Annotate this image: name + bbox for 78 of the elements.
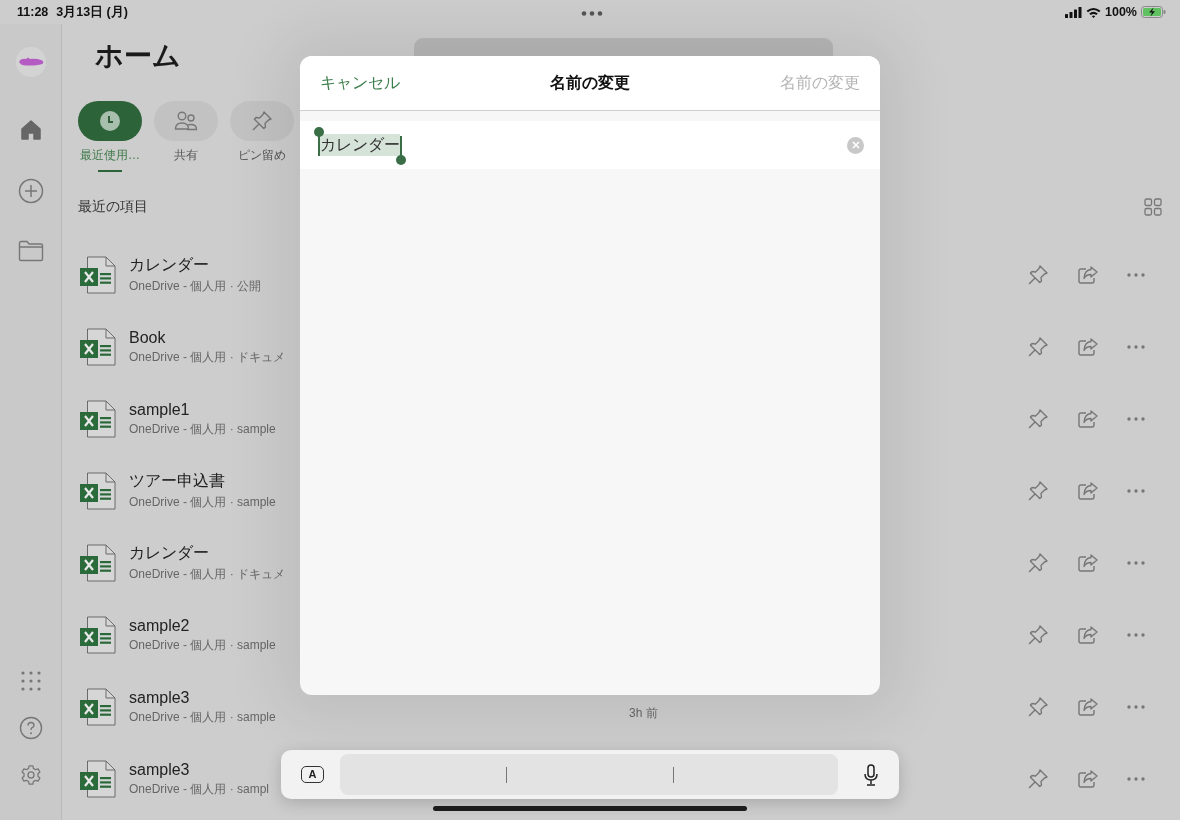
file-name[interactable]: ツアー申込書 <box>129 471 225 492</box>
excel-file-icon <box>79 256 116 294</box>
share-icon[interactable] <box>1077 265 1099 285</box>
more-icon[interactable] <box>1127 345 1145 349</box>
file-location: OneDrive - 個人用 · sample <box>129 494 276 511</box>
pin-icon[interactable] <box>1027 264 1049 286</box>
file-name[interactable]: sample3 <box>129 688 190 707</box>
clear-icon[interactable] <box>847 136 864 154</box>
microphone-icon[interactable] <box>863 763 879 786</box>
excel-file-icon <box>79 616 116 654</box>
keyboard-key[interactable]: A <box>301 766 324 783</box>
pin-icon <box>230 101 294 141</box>
file-location: OneDrive - 個人用 · sample <box>129 708 276 726</box>
share-icon[interactable] <box>1077 769 1099 789</box>
search-field[interactable] <box>414 38 833 56</box>
pin-icon[interactable] <box>1027 768 1049 790</box>
pin-icon[interactable] <box>1027 480 1049 502</box>
status-time: 11:28 <box>17 5 49 19</box>
grid-view-icon[interactable] <box>1144 198 1162 216</box>
excel-file-icon <box>79 544 116 582</box>
excel-file-icon <box>79 760 116 798</box>
people-icon <box>154 101 218 141</box>
share-icon[interactable] <box>1077 481 1099 501</box>
section-title: 最近の項目 <box>78 198 148 216</box>
tab[interactable]: 共有 <box>154 101 218 172</box>
battery-icon <box>1141 6 1166 18</box>
folder-icon[interactable] <box>17 240 44 262</box>
add-icon[interactable] <box>17 178 44 204</box>
dialog-title: 名前の変更 <box>550 73 630 91</box>
more-icon[interactable] <box>1127 705 1145 709</box>
share-icon[interactable] <box>1077 337 1099 357</box>
share-icon[interactable] <box>1077 625 1099 645</box>
file-location: OneDrive - 個人用 · 公開 <box>129 278 261 295</box>
more-icon[interactable] <box>1127 633 1145 637</box>
apps-icon[interactable] <box>19 670 42 692</box>
status-date: 3月13日 (月) <box>56 3 128 21</box>
battery-percentage: 100% <box>1105 5 1137 19</box>
signal-icon <box>1065 6 1082 18</box>
pin-icon[interactable] <box>1027 552 1049 574</box>
file-name[interactable]: sample1 <box>129 400 190 419</box>
file-name[interactable]: カレンダー <box>129 255 209 276</box>
share-icon[interactable] <box>1077 697 1099 717</box>
page-title: ホーム <box>95 39 181 73</box>
share-icon[interactable] <box>1077 553 1099 573</box>
more-icon[interactable] <box>1127 273 1145 277</box>
more-icon[interactable] <box>1127 489 1145 493</box>
pin-icon[interactable] <box>1027 696 1049 718</box>
more-icon[interactable] <box>1127 777 1145 781</box>
tab[interactable]: ピン留め <box>230 101 294 172</box>
clock-icon <box>78 101 142 141</box>
excel-file-icon <box>79 400 116 438</box>
file-location: OneDrive - 個人用 · sample <box>129 420 276 438</box>
cancel-button[interactable]: キャンセル <box>320 72 400 94</box>
excel-file-icon <box>79 328 116 366</box>
more-icon[interactable] <box>1127 561 1145 565</box>
file-name[interactable]: カレンダー <box>129 543 209 564</box>
home-icon[interactable] <box>18 118 43 142</box>
excel-file-icon <box>79 472 116 510</box>
file-location: OneDrive - 個人用 · ドキュメ <box>129 566 285 583</box>
pin-icon[interactable] <box>1027 336 1049 358</box>
file-location: OneDrive - 個人用 · sample <box>129 636 276 654</box>
name-field[interactable]: カレンダー <box>300 121 880 169</box>
help-icon[interactable] <box>18 716 43 740</box>
file-location: OneDrive - 個人用 · sampl <box>129 780 270 798</box>
multitask-dots-icon[interactable] <box>580 11 603 16</box>
wifi-icon <box>1086 6 1101 18</box>
selection-handle[interactable] <box>396 136 406 165</box>
file-location: OneDrive - 個人用 · ドキュメ <box>129 348 285 366</box>
file-name[interactable]: Book <box>129 328 166 347</box>
file-name[interactable]: sample2 <box>129 616 190 635</box>
file-time: 3h 前 <box>629 706 658 720</box>
pin-icon[interactable] <box>1027 624 1049 646</box>
pin-icon[interactable] <box>1027 408 1049 430</box>
more-icon[interactable] <box>1127 417 1145 421</box>
settings-icon[interactable] <box>19 764 42 786</box>
excel-file-icon <box>79 688 116 726</box>
share-icon[interactable] <box>1077 409 1099 429</box>
file-name[interactable]: sample3 <box>129 760 190 779</box>
